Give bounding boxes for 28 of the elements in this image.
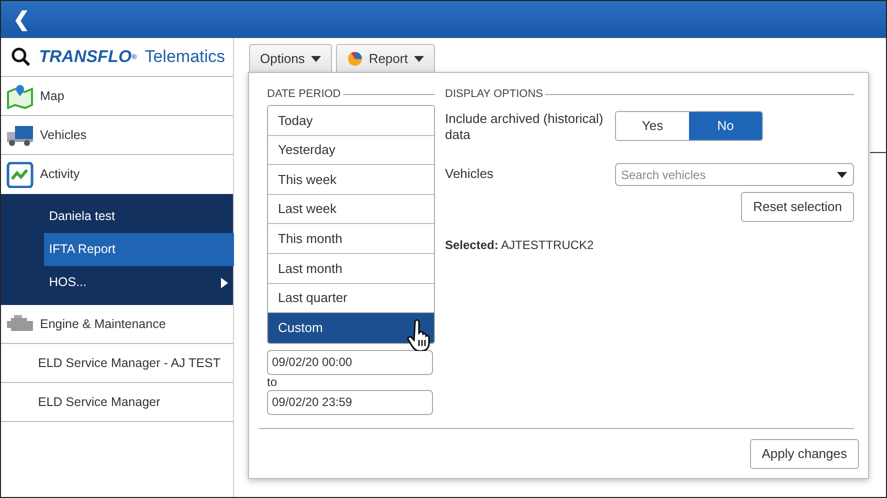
field-label: Vehicles: [445, 165, 494, 182]
reset-selection-button[interactable]: Reset selection: [741, 192, 854, 222]
toolbar-button[interactable]: Report: [336, 44, 435, 73]
submenu-item[interactable]: Daniela test: [44, 200, 234, 233]
back-button[interactable]: ❮: [9, 10, 34, 30]
section-title: DISPLAY OPTIONS: [445, 86, 544, 102]
toggle-option[interactable]: No: [689, 112, 762, 140]
vehicle-search-dropdown[interactable]: Search vehicles: [615, 163, 854, 186]
field-label: Include archived (historical) data: [445, 111, 604, 143]
toolbar-button[interactable]: Options: [249, 44, 332, 73]
hand-cursor-icon: [406, 319, 432, 351]
date-period-option[interactable]: Today: [268, 106, 434, 136]
date-to-field[interactable]: 09/02/20 23:59: [267, 390, 433, 415]
caret-icon: [414, 56, 424, 62]
submenu-item[interactable]: HOS...: [44, 266, 234, 299]
to-label: to: [267, 374, 278, 389]
pie-chart-icon: [346, 51, 363, 67]
date-from-field[interactable]: 09/02/20 00:00: [267, 350, 433, 375]
selected-vehicle-text: Selected: AJTESTTRUCK2: [445, 237, 595, 254]
section-title: DATE PERIOD: [267, 86, 341, 102]
brand-logo: TRANSFLO$^{®}$: [39, 46, 137, 68]
product-name: Telematics: [144, 46, 226, 68]
apply-changes-button[interactable]: Apply changes: [750, 438, 859, 468]
caret-icon: [837, 172, 847, 178]
caret-icon: [310, 56, 321, 62]
submenu-item[interactable]: IFTA Report: [44, 233, 234, 266]
map-icon: [6, 83, 34, 109]
chart-icon: [6, 162, 34, 188]
